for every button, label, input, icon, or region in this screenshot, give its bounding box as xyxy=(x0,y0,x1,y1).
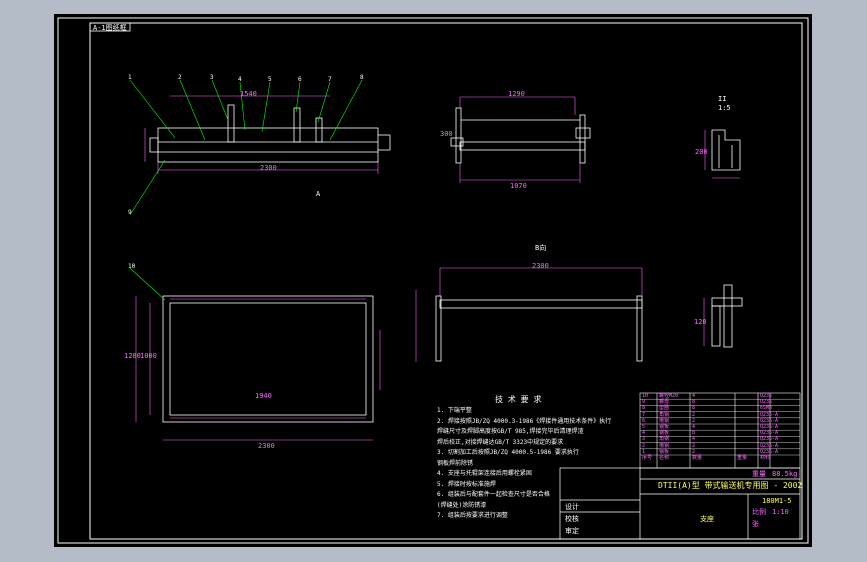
table-cell: Q235 xyxy=(760,399,773,406)
drawing-sheet xyxy=(54,14,812,547)
table-cell: 垫圈 xyxy=(659,405,670,412)
table-cell: Q235-A xyxy=(760,442,779,449)
table-cell: 4 xyxy=(692,393,696,399)
table-cell: Q235-A xyxy=(760,424,779,430)
table-cell: 2 xyxy=(692,417,696,424)
dim-plan-inner-h: 1000 xyxy=(140,352,157,360)
detail-label: II xyxy=(718,95,727,103)
leader-number: 6 xyxy=(298,76,302,83)
weight-label: 重量 xyxy=(752,470,766,478)
dim-detail-h: 120 xyxy=(694,318,707,326)
table-header-cell: 名称 xyxy=(659,455,670,461)
leader-number: 3 xyxy=(210,74,214,81)
tech-line: 2. 焊接按照JB/ZQ 4000.3-1986《焊接件通用技术条件》执行 xyxy=(437,417,612,425)
table-cell: Q235-A xyxy=(760,448,779,455)
dim-elev-len: 2300 xyxy=(532,262,549,270)
table-cell: Q235 xyxy=(760,393,773,399)
scale-label: 比例 xyxy=(752,508,766,516)
leader-number: 7 xyxy=(328,76,332,83)
view-b-label: B向 xyxy=(535,244,547,252)
table-cell: 8 xyxy=(692,405,696,412)
dim-top-overall: 2300 xyxy=(260,164,277,172)
table-cell: 6 xyxy=(642,417,646,424)
tech-line: 焊缝尺寸及焊脚高度按GB/T 985,焊接完毕后清理焊渣 xyxy=(437,428,584,435)
table-header-cell: 数量 xyxy=(692,455,703,461)
leader-number: 8 xyxy=(360,74,364,81)
table-cell: 2 xyxy=(692,448,696,455)
scale-value: 1:10 xyxy=(772,508,789,516)
dim-side-bottom: 1070 xyxy=(510,182,527,190)
table-cell: 角钢 xyxy=(659,436,670,443)
table-header-cell: 序号 xyxy=(642,455,653,461)
check-label: 校核 xyxy=(565,515,579,523)
sheet-label: 张 xyxy=(752,520,759,528)
title-line: DTII(A)型 带式输送机专用图 - 2002 xyxy=(658,481,803,490)
leader-number: 5 xyxy=(268,76,272,83)
leader-number: 2 xyxy=(178,74,182,81)
tech-line: 4. 支座与托辊架连接后用螺栓紧固 xyxy=(437,470,532,477)
cad-drawing xyxy=(54,14,812,547)
design-label: 设计 xyxy=(565,503,579,511)
tech-line: 7. 组装后按要求进行调整 xyxy=(437,512,508,519)
dim-side-width: 1290 xyxy=(508,90,525,98)
table-cell: 4 xyxy=(692,436,696,443)
table-cell: 4 xyxy=(642,430,646,437)
section-a-label: A xyxy=(316,190,321,198)
dim-plan-inner: 1940 xyxy=(255,392,272,400)
leader-number: 4 xyxy=(238,76,242,83)
tech-line: 5. 焊接时按标准施焊 xyxy=(437,480,496,488)
tech-line: 焊后校正,对接焊缝达GB/T 3323中规定的要求 xyxy=(437,438,564,446)
tech-heading: 技 术 要 求 xyxy=(495,395,542,404)
leader-number: 10 xyxy=(128,263,136,270)
drawing-number: 180M1-5 xyxy=(762,497,792,505)
dim-side-height: 300 xyxy=(440,130,453,138)
table-cell: Q235-A xyxy=(760,436,779,443)
table-cell: 槽钢 xyxy=(659,417,670,424)
table-cell: 8 xyxy=(692,399,696,406)
table-cell: 2 xyxy=(692,411,696,418)
footer-name: 支座 xyxy=(700,515,714,523)
table-cell: 2 xyxy=(642,442,646,449)
table-cell: 2 xyxy=(692,442,696,449)
leader-number: 9 xyxy=(128,209,132,216)
table-header-cell: 材料 xyxy=(760,455,771,461)
table-cell: 10 xyxy=(642,393,649,399)
table-cell: 65Mn xyxy=(760,405,773,412)
table-cell: 8 xyxy=(692,430,696,437)
table-cell: Q235-A xyxy=(760,417,779,424)
table-cell: 槽钢 xyxy=(659,442,670,449)
tech-line: 6. 组装后与配套件一起检查尺寸是否合格 xyxy=(437,491,550,498)
table-cell: Q235-A xyxy=(760,430,779,437)
tech-line: (焊缝处)涂防锈漆 xyxy=(437,501,487,509)
tech-line: 3. 切割加工后按照JB/ZQ 4000.5-1986 要求执行 xyxy=(437,449,579,456)
table-cell: 8 xyxy=(642,405,646,412)
table-cell: 9 xyxy=(642,399,646,406)
drawing-tag: A-1图纸框 xyxy=(93,24,127,32)
table-cell: 钢板 xyxy=(659,448,670,455)
table-cell: 3 xyxy=(642,436,646,443)
table-cell: 5 xyxy=(642,424,646,430)
dim-plan-len: 2300 xyxy=(258,442,275,450)
table-cell: 角钢 xyxy=(659,411,670,418)
dim-top-mid: 1540 xyxy=(240,90,257,98)
detail-scale: 1:5 xyxy=(718,104,731,112)
table-cell: Q235-A xyxy=(760,411,779,418)
table-header-cell: 重量 xyxy=(737,455,748,461)
dim-detail-w: 200 xyxy=(695,148,708,156)
weight-value: 88.5kg xyxy=(772,470,798,478)
table-cell: 1 xyxy=(642,448,646,455)
leader-number: 1 xyxy=(128,74,132,81)
dim-plan-height: 1280 xyxy=(124,352,141,360)
table-cell: 7 xyxy=(642,411,646,418)
tech-line: 钢板焊前除锈 xyxy=(437,459,474,467)
table-cell: 4 xyxy=(692,424,696,430)
approve-label: 审定 xyxy=(565,527,579,535)
tech-line: 1. 下端平整 xyxy=(437,407,472,414)
